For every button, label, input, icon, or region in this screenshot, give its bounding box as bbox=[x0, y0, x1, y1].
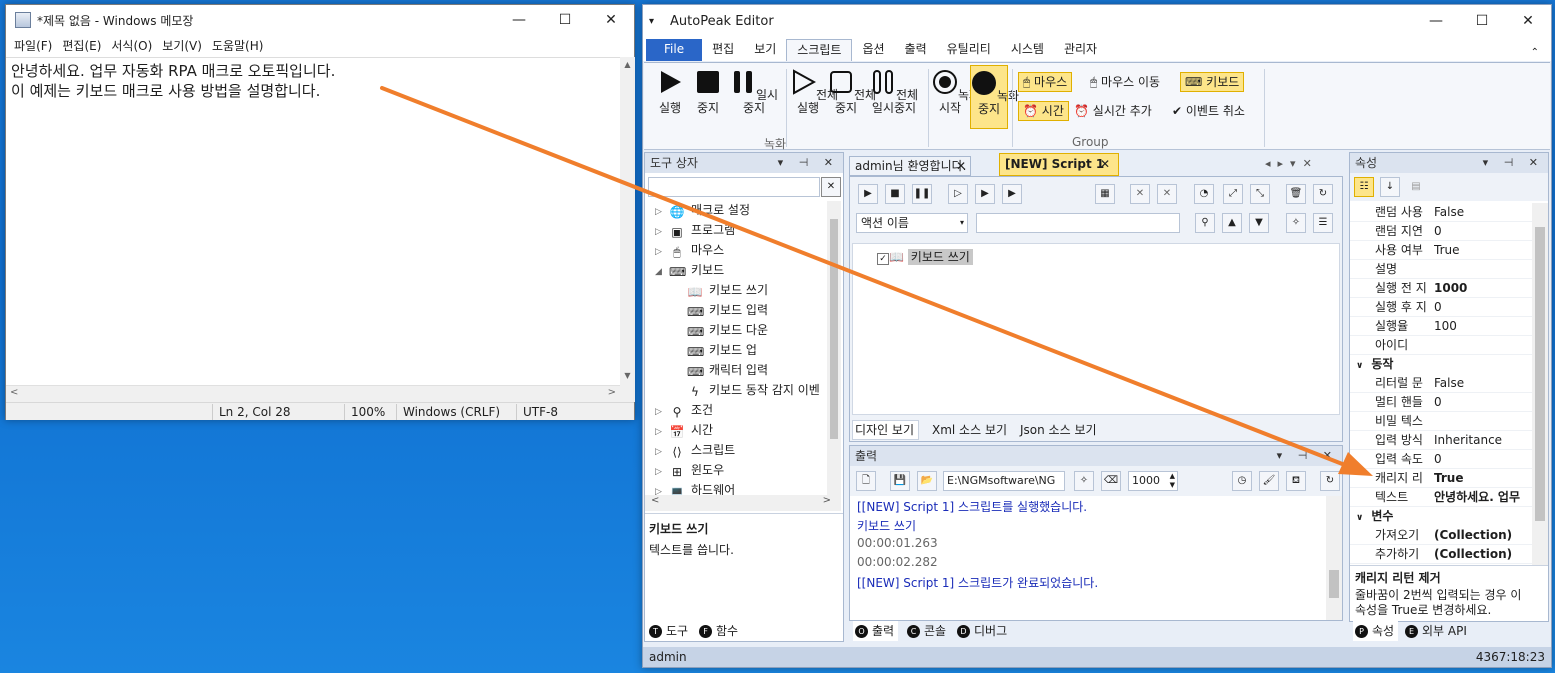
annotation-arrow bbox=[380, 86, 1373, 476]
